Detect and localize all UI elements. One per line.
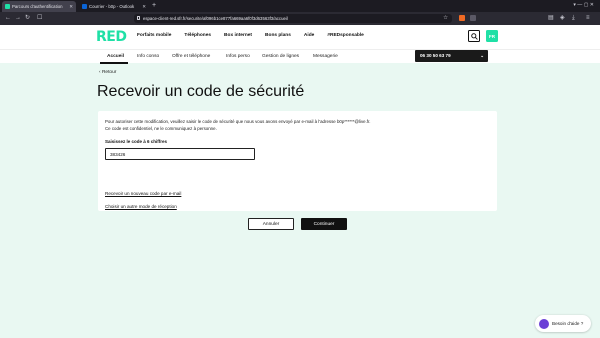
- forward-arrow-icon[interactable]: →: [15, 15, 21, 22]
- nav-bons-plans[interactable]: Bons plans: [265, 33, 291, 38]
- tab-messagerie[interactable]: Messagerie: [313, 54, 338, 59]
- search-icon: [470, 32, 478, 40]
- window-controls[interactable]: ▾ — ▢ ✕: [573, 2, 594, 8]
- other-reception-mode-link[interactable]: Choisir un autre mode de réception: [105, 204, 177, 209]
- reload-icon[interactable]: ↻: [25, 15, 30, 22]
- tab-title: Parcours d'authentification: [12, 4, 63, 9]
- instructions-line-1: Pour autoriser cette modification, veuil…: [105, 119, 371, 124]
- language-button[interactable]: FR: [486, 30, 498, 42]
- help-widget-label: Besoin d'aide ?: [552, 321, 584, 326]
- help-widget[interactable]: Besoin d'aide ?: [535, 315, 591, 332]
- chat-icon: [539, 318, 549, 329]
- browser-tab-bar: Parcours d'authentification ✕ Courrier -…: [0, 0, 600, 12]
- menu-icon[interactable]: ≡: [586, 15, 590, 22]
- nav-redsponsable[interactable]: #REDsponsable: [327, 33, 364, 38]
- nav-box-internet[interactable]: Box internet: [224, 33, 252, 38]
- lock-icon: [137, 16, 140, 20]
- code-field-label: Saisissez le code à 6 chiffres: [105, 139, 168, 144]
- tab-gestion-lignes[interactable]: Gestion de lignes: [262, 54, 299, 59]
- outlook-favicon-icon: [82, 4, 87, 9]
- red-logo[interactable]: RED: [96, 29, 127, 45]
- site-header: RED Forfaits mobile Téléphones Box inter…: [0, 25, 600, 49]
- download-icon[interactable]: ⤓: [572, 15, 575, 22]
- sidebar-icon[interactable]: ▤: [548, 15, 554, 22]
- tab-accueil[interactable]: Accueil: [107, 54, 124, 59]
- main-nav: Forfaits mobile Téléphones Box internet …: [137, 33, 364, 38]
- browser-tab-outlook[interactable]: Courrier - b0p - Outlook ✕: [79, 1, 149, 12]
- continue-button[interactable]: Continuer: [301, 218, 347, 230]
- browser-toolbar: ← → ↻ ☐ espace-client-red.sfr.fr/securit…: [0, 12, 600, 25]
- back-link-label: Retour: [101, 70, 117, 75]
- tab-title: Courrier - b0p - Outlook: [89, 4, 135, 9]
- nav-aide[interactable]: Aide: [304, 33, 314, 38]
- browser-tab-active[interactable]: Parcours d'authentification ✕: [2, 1, 76, 12]
- security-code-card: Pour autoriser cette modification, veuil…: [98, 111, 497, 211]
- star-icon[interactable]: ☆: [443, 15, 448, 21]
- url-text: espace-client-red.sfr.fr/securite/af096b…: [143, 16, 288, 21]
- account-subnav: Accueil Info conso Offre et téléphone In…: [0, 49, 600, 64]
- line-selector[interactable]: 06 30 50 63 79 ⌄: [415, 50, 488, 62]
- new-tab-button[interactable]: +: [152, 1, 156, 10]
- back-arrow-icon[interactable]: ←: [5, 15, 11, 22]
- brave-shield-icon[interactable]: [459, 15, 465, 21]
- resend-code-link[interactable]: Recevoir un nouveau code par e-mail: [105, 191, 181, 196]
- chevron-down-icon: ⌄: [480, 53, 484, 58]
- back-link[interactable]: ‹ Retour: [99, 70, 116, 75]
- page: RED Forfaits mobile Téléphones Box inter…: [0, 25, 600, 338]
- bookmark-icon[interactable]: ☐: [37, 15, 42, 22]
- red-favicon-icon: [5, 4, 10, 9]
- shield-icon[interactable]: ◈: [560, 15, 565, 22]
- active-tab-indicator: [100, 62, 128, 64]
- line-number: 06 30 50 63 79: [420, 53, 451, 58]
- extension-icon[interactable]: [470, 15, 476, 21]
- nav-telephones[interactable]: Téléphones: [184, 33, 211, 38]
- tab-infos-perso[interactable]: Infos perso: [226, 54, 250, 59]
- close-icon[interactable]: ✕: [69, 4, 73, 10]
- address-bar[interactable]: espace-client-red.sfr.fr/securite/af096b…: [134, 14, 452, 23]
- instructions: Pour autoriser cette modification, veuil…: [105, 118, 370, 132]
- chevron-left-icon: ‹: [99, 70, 101, 75]
- page-title: Recevoir un code de sécurité: [97, 83, 305, 100]
- cancel-button[interactable]: Annuler: [248, 218, 294, 230]
- tab-offre-telephone[interactable]: Offre et téléphone: [172, 54, 210, 59]
- instructions-line-2: Ce code est confidentiel, ne le communiq…: [105, 126, 217, 131]
- tab-info-conso[interactable]: Info conso: [137, 54, 159, 59]
- nav-forfaits-mobile[interactable]: Forfaits mobile: [137, 33, 171, 38]
- search-button[interactable]: [468, 30, 480, 42]
- security-code-input[interactable]: [105, 148, 255, 160]
- close-icon[interactable]: ✕: [142, 4, 146, 10]
